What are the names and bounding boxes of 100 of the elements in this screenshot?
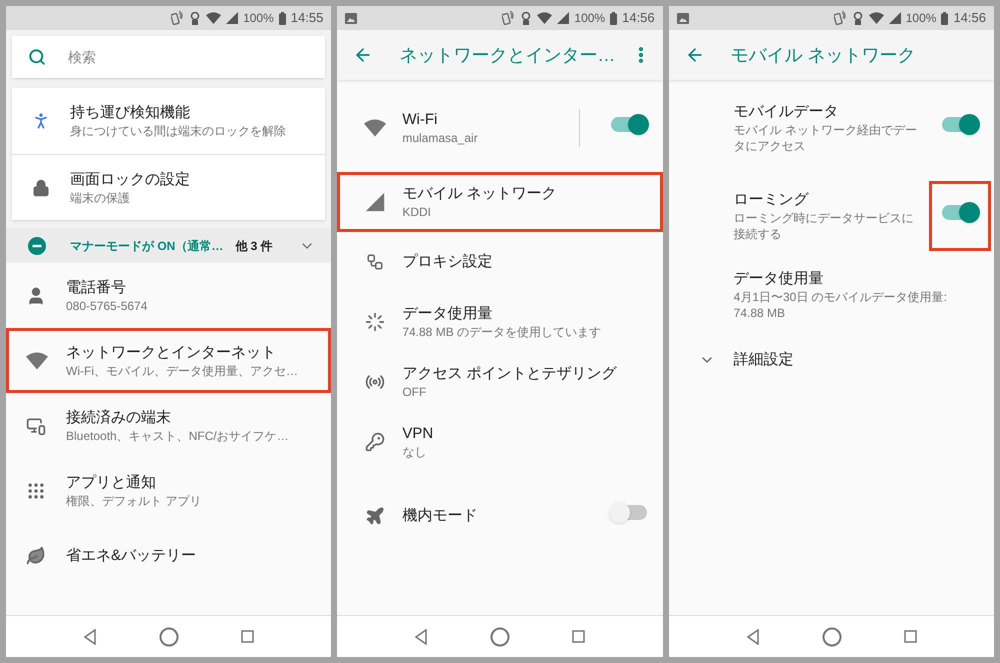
settings-item[interactable]: モバイル ネットワーク KDDI — [337, 172, 663, 232]
settings-item[interactable]: ローミング ローミング時にデータサービスに接続する — [668, 172, 994, 260]
settings-item[interactable]: 電話番号 080-5765-5674 — [6, 263, 332, 328]
nfc-icon — [171, 11, 184, 25]
settings-item[interactable]: ネットワークとインターネット Wi-Fi、モバイル、データ使用量、アクセ… — [6, 328, 332, 393]
item-title: モバイルデータ — [734, 102, 840, 122]
item-title: 機内モード — [402, 506, 478, 526]
page-title: モバイル ネットワーク — [730, 44, 917, 66]
toggle-switch[interactable] — [942, 117, 978, 132]
signal-icon — [226, 12, 238, 24]
back-icon[interactable] — [414, 628, 428, 644]
lock-icon — [32, 178, 50, 196]
recents-icon[interactable] — [904, 630, 917, 643]
suggestion-item[interactable]: 持ち運び検知機能 身につけている間は端末のロックを解除 — [12, 88, 326, 154]
item-subtitle: mulamasa_air — [402, 130, 479, 146]
item-title: 画面ロックの設定 — [70, 170, 190, 190]
settings-item[interactable]: 機内モード — [337, 472, 663, 560]
airplane-icon — [365, 506, 386, 526]
settings-item[interactable]: 詳細設定 — [668, 330, 994, 390]
clock: 14:56 — [622, 9, 655, 28]
search-placeholder: 検索 — [68, 48, 96, 66]
item-subtitle: 権限、デフォルト アプリ — [66, 492, 202, 508]
apps-grid-icon — [26, 480, 46, 500]
item-title: VPN — [402, 424, 434, 444]
item-subtitle: OFF — [402, 384, 428, 400]
home-icon[interactable] — [490, 626, 510, 646]
page-title: ネットワークとインター… — [399, 44, 616, 66]
search-field[interactable]: 検索 — [12, 36, 326, 78]
home-icon[interactable] — [822, 626, 842, 646]
item-title: データ使用量 — [402, 304, 494, 324]
proxy-icon — [366, 253, 384, 271]
item-title: モバイル ネットワーク — [402, 184, 558, 204]
signal-icon — [888, 12, 901, 24]
item-subtitle: Wi-Fi、モバイル、データ使用量、アクセ… — [66, 362, 298, 378]
item-subtitle: モバイル ネットワーク経由でデータにアクセス — [734, 122, 918, 154]
toggle-switch[interactable] — [942, 205, 978, 220]
item-title: 接続済みの端末 — [66, 408, 172, 428]
settings-item[interactable]: モバイルデータ モバイル ネットワーク経由でデータにアクセス — [668, 84, 994, 172]
item-title: 電話番号 — [66, 278, 127, 298]
battery-icon — [941, 12, 948, 24]
wifi-icon — [26, 352, 48, 370]
wifi-icon — [206, 12, 222, 24]
suggestion-item[interactable]: 画面ロックの設定 端末の保護 — [12, 154, 326, 220]
item-subtitle: 74.88 MB のデータを使用しています — [402, 324, 602, 340]
item-subtitle: 端末の保護 — [70, 190, 131, 206]
settings-item[interactable]: Wi-Fi mulamasa_air — [337, 84, 663, 172]
image-icon — [676, 12, 689, 24]
back-icon[interactable] — [746, 628, 760, 644]
item-subtitle: 身につけている間は端末のロックを解除 — [70, 123, 286, 139]
devices-icon — [26, 416, 46, 436]
battery-level: 100% — [574, 10, 606, 27]
data-usage-icon — [365, 312, 386, 332]
settings-item[interactable]: 接続済みの端末 Bluetooth、キャスト、NFC/おサイフケ… — [6, 393, 332, 458]
toggle-switch[interactable] — [610, 505, 647, 520]
settings-item[interactable]: データ使用量 74.88 MB のデータを使用しています — [337, 292, 663, 352]
home-icon[interactable] — [159, 626, 180, 646]
settings-item[interactable]: アクセス ポイントとテザリング OFF — [337, 352, 663, 412]
item-title: アクセス ポイントとテザリング — [402, 364, 618, 384]
image-icon — [345, 12, 358, 24]
condition-count: 他 3 件 — [235, 238, 273, 254]
item-subtitle: 4月1日〜30日 のモバイルデータ使用量: 74.88 MB — [734, 289, 948, 321]
recents-icon[interactable] — [241, 630, 254, 643]
condition-text: マナーモードが ON（通常… — [70, 238, 224, 254]
item-subtitle: KDDI — [402, 204, 432, 220]
settings-item[interactable]: プロキシ設定 — [337, 232, 663, 292]
item-subtitle: ローミング時にデータサービスに接続する — [734, 210, 915, 242]
battery-icon — [278, 12, 286, 24]
item-title: ネットワークとインターネット — [66, 342, 277, 362]
settings-item[interactable]: VPN なし — [337, 412, 663, 472]
signal-icon — [557, 12, 570, 24]
do-not-disturb-icon — [28, 236, 46, 254]
key-icon — [365, 432, 386, 452]
battery-level: 100% — [906, 10, 936, 27]
settings-item[interactable]: データ使用量 4月1日〜30日 のモバイルデータ使用量: 74.88 MB — [668, 260, 994, 330]
item-title: 詳細設定 — [734, 350, 795, 370]
recents-icon[interactable] — [572, 630, 586, 643]
clock: 14:55 — [290, 9, 324, 28]
condition-bar[interactable]: マナーモードが ON（通常… 他 3 件 — [6, 228, 332, 263]
leaf-icon — [26, 546, 46, 566]
item-title: 省エネ&バッテリー — [66, 546, 196, 566]
signal-icon — [364, 191, 386, 213]
wifi-icon — [364, 119, 386, 137]
item-title: データ使用量 — [734, 269, 825, 289]
item-subtitle: なし — [402, 444, 428, 460]
item-title: ローミング — [734, 190, 810, 210]
item-title: Wi-Fi — [402, 110, 438, 130]
battery-level: 100% — [243, 10, 274, 27]
clock: 14:56 — [953, 9, 986, 28]
item-title: 持ち運び検知機能 — [70, 103, 191, 123]
battery-icon — [610, 12, 618, 24]
wifi-icon — [868, 12, 884, 24]
wifi-icon — [537, 12, 552, 24]
settings-item[interactable]: アプリと通知 権限、デフォルト アプリ — [6, 458, 332, 523]
item-subtitle: 080-5765-5674 — [66, 298, 148, 314]
settings-item[interactable]: 省エネ&バッテリー — [6, 523, 332, 588]
nfc-icon — [834, 11, 847, 25]
back-icon[interactable] — [83, 628, 98, 644]
nfc-icon — [502, 11, 516, 25]
item-subtitle: Bluetooth、キャスト、NFC/おサイフケ… — [66, 428, 289, 444]
toggle-switch[interactable] — [610, 117, 647, 132]
